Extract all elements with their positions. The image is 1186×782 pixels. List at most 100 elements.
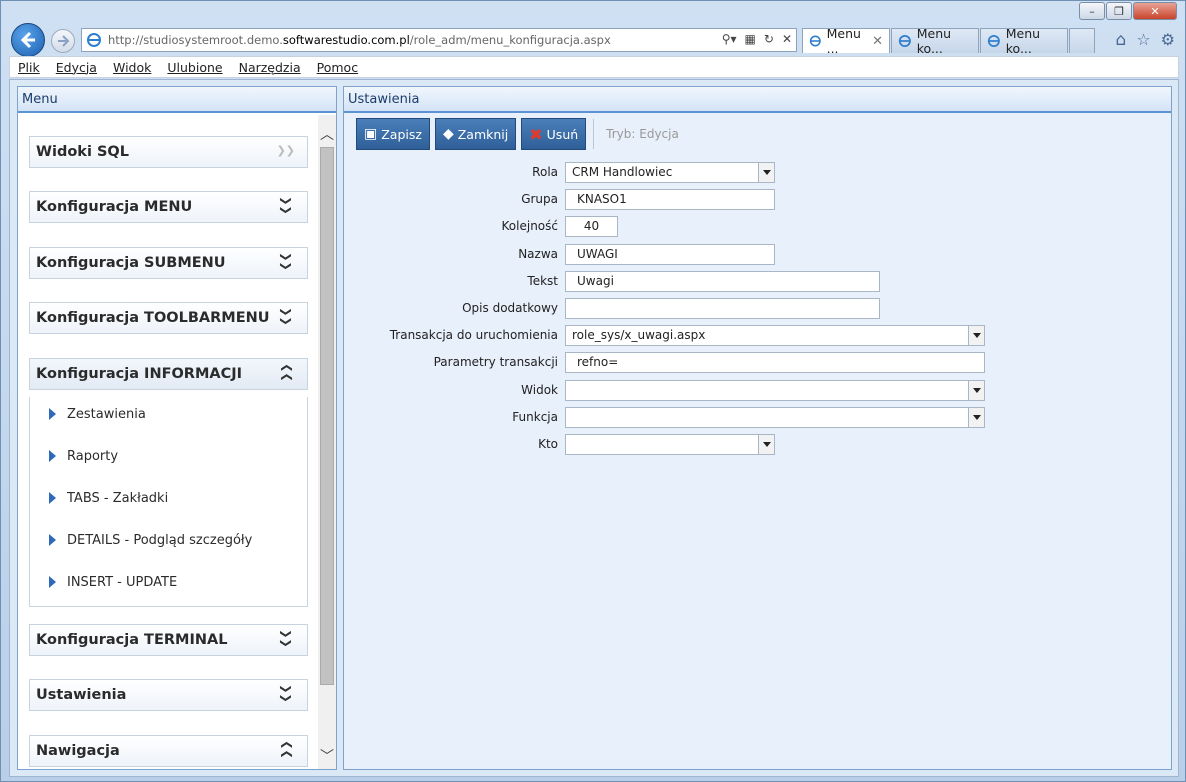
accordion-ustawienia[interactable]: Ustawienia ❯❯	[29, 679, 308, 711]
forward-button[interactable]	[51, 29, 75, 53]
dropdown-arrow-icon[interactable]	[968, 380, 984, 400]
parametry-field[interactable]: refno=	[565, 351, 985, 373]
grupa-field[interactable]: KNASO1	[565, 188, 775, 210]
accordion-widoki-sql[interactable]: Widoki SQL ❯❯	[29, 136, 308, 168]
kto-label: Kto	[538, 437, 558, 451]
scroll-down-icon[interactable]: ﹀	[318, 747, 336, 765]
save-button[interactable]: ▣ Zapisz	[356, 118, 430, 150]
list-item-insert-update[interactable]: INSERT - UPDATE	[49, 575, 177, 590]
nazwa-label: Nazwa	[518, 247, 558, 261]
scroll-up-icon[interactable]: ︿	[318, 125, 336, 143]
accordion-konfiguracja-submenu[interactable]: Konfiguracja SUBMENU ❯❯	[29, 247, 308, 279]
delete-button[interactable]: ✖ Usuń	[521, 118, 587, 150]
list-item-tabs[interactable]: TABS - Zakładki	[49, 491, 168, 506]
accordion-label: Konfiguracja TOOLBARMENU	[36, 310, 270, 326]
tekst-field[interactable]: Uwagi	[565, 270, 880, 292]
tab-label: Menu ko...	[916, 26, 952, 56]
menu-accordion: Widoki SQL ❯❯ Konfiguracja MENU ❯❯ Konfi…	[18, 115, 318, 769]
list-item-raporty[interactable]: Raporty	[49, 449, 118, 464]
widok-select[interactable]	[565, 379, 985, 401]
address-bar[interactable]: http://studiosystemroot.demo.softwarestu…	[81, 28, 797, 52]
menu-edycja[interactable]: Edycja	[56, 60, 97, 75]
scroll-thumb[interactable]	[320, 147, 334, 685]
chevron-down-icon: ❯❯	[279, 196, 293, 215]
toolbar-separator	[593, 119, 595, 149]
menu-narzedzia[interactable]: Narzędzia	[239, 60, 301, 75]
search-icon[interactable]: ⚲▾	[722, 32, 737, 46]
back-button[interactable]	[11, 23, 45, 57]
menu-scrollbar[interactable]: ︿ ﹀	[318, 115, 336, 769]
menu-ulubione[interactable]: Ulubione	[167, 60, 222, 75]
list-item-zestawienia[interactable]: Zestawienia	[49, 407, 146, 422]
opis-field[interactable]	[565, 297, 880, 319]
parametry-value: refno=	[577, 355, 619, 369]
dropdown-arrow-icon[interactable]	[968, 407, 984, 427]
accordion-konfiguracja-toolbarmenu[interactable]: Konfiguracja TOOLBARMENU ❯❯	[29, 302, 308, 334]
kto-select[interactable]	[565, 433, 775, 455]
close-tab-icon[interactable]: ✕	[872, 34, 883, 49]
accordion-label: Konfiguracja SUBMENU	[36, 255, 226, 271]
close-window-button[interactable]: ✕	[1133, 2, 1177, 20]
transakcja-label: Transakcja do uruchomienia	[389, 328, 558, 342]
grupa-label: Grupa	[521, 192, 558, 206]
browser-window: – ❐ ✕ http://studiosystemroot.demo.softw…	[0, 0, 1186, 782]
refresh-icon[interactable]: ↻	[764, 32, 774, 46]
tab-menu-2[interactable]: Menu ko...	[891, 26, 979, 56]
list-item-label: TABS - Zakładki	[67, 491, 169, 506]
dropdown-arrow-icon[interactable]	[758, 434, 774, 454]
list-item-label: INSERT - UPDATE	[67, 575, 178, 590]
favorites-star-icon[interactable]: ☆	[1136, 30, 1150, 50]
funkcja-select[interactable]	[565, 406, 985, 428]
minimize-button[interactable]: –	[1079, 2, 1105, 20]
compat-view-icon[interactable]: ▦	[745, 32, 756, 46]
kolejnosc-field[interactable]: 40	[565, 215, 618, 237]
tekst-label: Tekst	[527, 274, 558, 288]
delete-button-label: Usuń	[546, 126, 579, 142]
chevron-down-icon: ❯❯	[279, 252, 293, 271]
accordion-konfiguracja-informacji[interactable]: Konfiguracja INFORMACJI ❯❯	[29, 358, 308, 390]
rola-label: Rola	[532, 165, 558, 179]
nazwa-field[interactable]: UWAGI	[565, 243, 775, 265]
close-button-label: Zamknij	[457, 126, 509, 142]
navigation-row: http://studiosystemroot.demo.softwarestu…	[9, 23, 1181, 57]
accordion-label: Widoki SQL	[36, 144, 129, 160]
list-item-label: Zestawienia	[67, 407, 146, 422]
new-tab-button[interactable]	[1069, 28, 1095, 53]
parametry-label: Parametry transakcji	[433, 355, 558, 369]
dropdown-arrow-icon[interactable]	[758, 162, 774, 182]
accordion-konfiguracja-terminal[interactable]: Konfiguracja TERMINAL ❯❯	[29, 624, 308, 656]
menu-widok[interactable]: Widok	[113, 60, 151, 75]
menu-panel-title: Menu	[18, 87, 336, 113]
accordion-label: Konfiguracja TERMINAL	[36, 632, 228, 648]
close-button[interactable]: ◆ Zamknij	[434, 118, 517, 150]
home-icon[interactable]: ⌂	[1116, 30, 1127, 50]
triangle-right-icon	[49, 407, 56, 420]
eraser-icon: ◆	[442, 126, 454, 142]
accordion-nawigacja[interactable]: Nawigacja ❯❯	[29, 735, 308, 767]
list-item-details[interactable]: DETAILS - Podgląd szczegóły	[49, 533, 252, 548]
funkcja-label: Funkcja	[512, 410, 558, 424]
chevron-down-icon: ❯❯	[279, 307, 293, 326]
chevron-down-icon: ❯❯	[279, 684, 293, 703]
maximize-button[interactable]: ❐	[1106, 2, 1132, 20]
menu-pomoc[interactable]: Pomoc	[317, 60, 358, 75]
tab-label: Menu ko...	[1005, 26, 1041, 56]
window-controls: – ❐ ✕	[1079, 2, 1177, 20]
menu-plik[interactable]: Plik	[18, 60, 40, 75]
tab-menu-3[interactable]: Menu ko...	[980, 26, 1068, 56]
rola-select[interactable]: CRM Handlowiec	[565, 161, 775, 183]
tab-menu-active[interactable]: Menu ... ✕	[802, 26, 890, 56]
nazwa-value: UWAGI	[577, 247, 618, 261]
menu-panel: Menu Widoki SQL ❯❯ Konfiguracja MENU ❯❯ …	[17, 86, 337, 770]
accordion-konfiguracja-menu[interactable]: Konfiguracja MENU ❯❯	[29, 191, 308, 223]
grupa-value: KNASO1	[577, 192, 627, 206]
list-item-label: Raporty	[67, 449, 119, 464]
stop-icon[interactable]: ✕	[782, 32, 792, 46]
ie-tab-icon	[987, 34, 1000, 48]
accordion-label: Konfiguracja INFORMACJI	[36, 366, 243, 382]
page-content: Menu Widoki SQL ❯❯ Konfiguracja MENU ❯❯ …	[9, 79, 1179, 777]
transakcja-select[interactable]: role_sys/x_uwagi.aspx	[565, 324, 985, 346]
kolejnosc-value: 40	[583, 219, 600, 233]
gear-icon[interactable]: ⚙	[1161, 30, 1175, 50]
dropdown-arrow-icon[interactable]	[968, 325, 984, 345]
